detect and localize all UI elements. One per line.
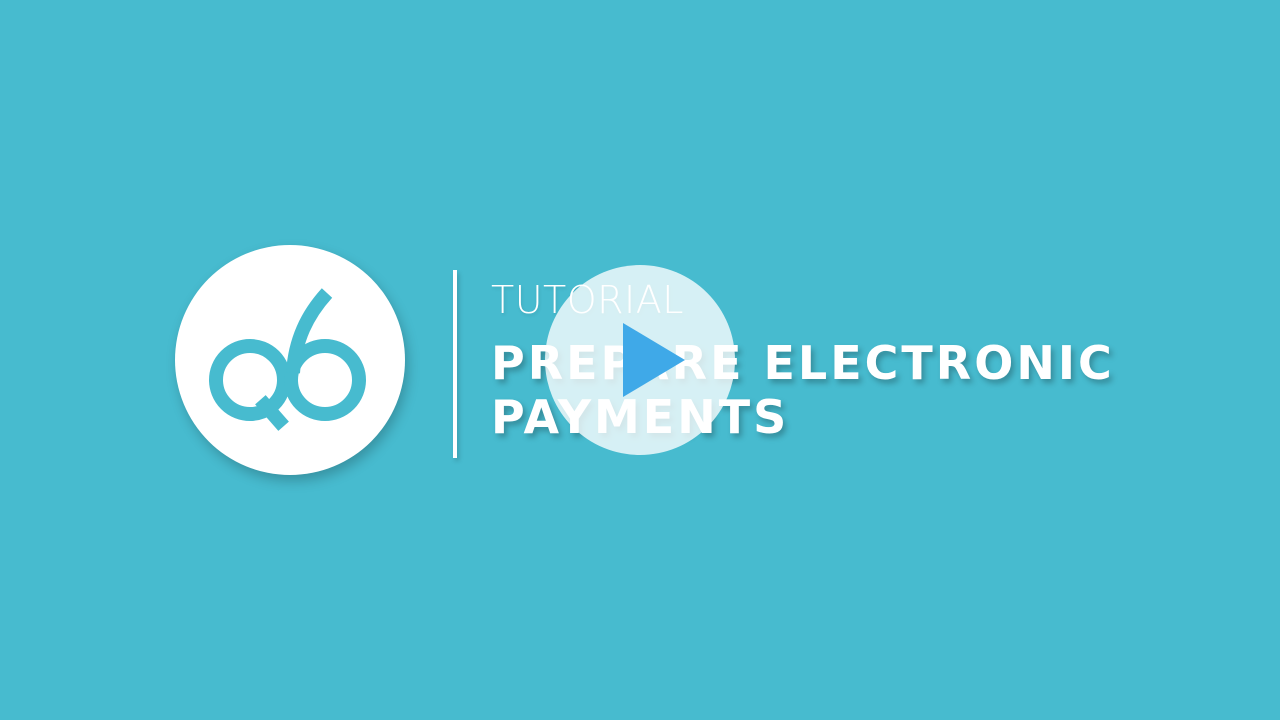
q6-logo-icon <box>209 288 366 431</box>
video-stage[interactable]: TUTORIAL PREPARE ELECTRONIC PAYMENTS <box>0 0 1280 720</box>
play-button[interactable] <box>545 265 735 455</box>
vertical-divider <box>453 270 457 458</box>
play-icon <box>623 323 685 397</box>
company-logo <box>175 245 405 475</box>
